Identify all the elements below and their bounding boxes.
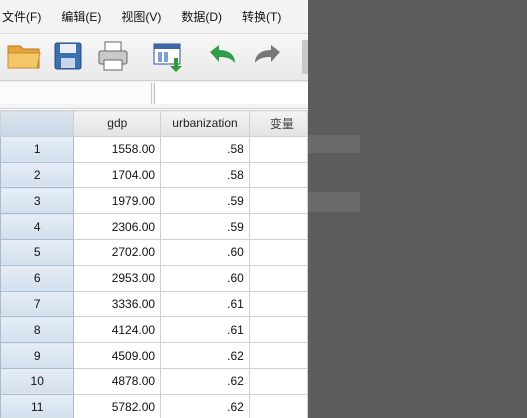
open-folder-icon[interactable] [6,40,42,74]
table-row: 5 2702.00.60 [0,238,308,266]
table-row: 6 2953.00.60 [0,264,308,292]
cell-empty[interactable] [248,316,308,344]
row-header[interactable]: 6 [0,264,75,292]
cell-value-field[interactable] [154,83,308,104]
table-row: 9 4509.00.62 [0,342,308,369]
cell-gdp[interactable]: 3336.00 [73,290,162,318]
column-header-variable[interactable]: 变量 [248,110,308,137]
table-row: 2 1704.00.58 [0,161,308,189]
row-header[interactable]: 9 [0,342,75,369]
row-header[interactable]: 11 [0,393,75,418]
cell-gdp[interactable]: 1558.00 [73,135,162,163]
cell-gdp[interactable]: 1704.00 [73,161,162,189]
cell-gdp[interactable]: 2702.00 [73,238,162,266]
menu-bar: 文件(F) 编辑(E) 视图(V) 数据(D) 转换(T) [0,0,308,34]
cell-empty[interactable] [248,342,308,369]
row-header[interactable]: 2 [0,161,75,189]
row-header[interactable]: 8 [0,316,75,344]
cell-gdp[interactable]: 4878.00 [73,367,162,395]
grid-corner-cell[interactable] [0,110,75,137]
cell-urbanization[interactable]: .62 [160,342,250,369]
cell-urbanization[interactable]: .58 [160,135,250,163]
table-row: 3 1979.00.59 [0,187,308,215]
cell-urbanization[interactable]: .62 [160,393,250,418]
row-header[interactable]: 1 [0,135,75,163]
cell-gdp[interactable]: 2306.00 [73,213,162,240]
cell-empty[interactable] [248,290,308,318]
cell-urbanization[interactable]: .61 [160,316,250,344]
cell-urbanization[interactable]: .62 [160,367,250,395]
cell-gdp[interactable]: 1979.00 [73,187,162,215]
cell-empty[interactable] [248,367,308,395]
cell-urbanization[interactable]: .60 [160,264,250,292]
toolbar [0,34,308,81]
cell-urbanization[interactable]: .61 [160,290,250,318]
cell-urbanization[interactable]: .58 [160,161,250,189]
dialog-recall-icon[interactable] [152,40,186,74]
cell-gdp[interactable]: 5782.00 [73,393,162,418]
cell-gdp[interactable]: 4124.00 [73,316,162,344]
data-grid: gdp urbanization 变量 1 1558.00.58 2 1704.00.… [0,110,308,418]
cell-reference-field[interactable] [0,83,152,104]
menu-file[interactable]: 文件(F) [0,8,41,25]
cell-editor-bar [0,81,308,109]
table-row: 10 4878.00.62 [0,367,308,395]
table-row: 1 1558.00.58 [0,135,308,163]
background-ghost-element [308,135,360,153]
cell-urbanization[interactable]: .59 [160,187,250,215]
cell-gdp[interactable]: 4509.00 [73,342,162,369]
row-header[interactable]: 7 [0,290,75,318]
save-icon[interactable] [52,40,84,74]
cell-empty[interactable] [248,135,308,163]
column-header-urbanization[interactable]: urbanization [160,110,250,137]
print-icon[interactable] [96,40,130,74]
table-row: 11 5782.00.62 [0,393,308,418]
cell-urbanization[interactable]: .60 [160,238,250,266]
cell-empty[interactable] [248,213,308,240]
table-row: 8 4124.00.61 [0,316,308,344]
menu-view[interactable]: 视图(V) [119,8,161,25]
table-row: 4 2306.00.59 [0,213,308,240]
row-header[interactable]: 10 [0,367,75,395]
menu-edit[interactable]: 编辑(E) [59,8,101,25]
background-ghost-element [308,192,360,212]
cell-empty[interactable] [248,187,308,215]
row-header[interactable]: 4 [0,213,75,240]
cell-urbanization[interactable]: .59 [160,213,250,240]
grid-body: 1 1558.00.58 2 1704.00.58 3 1979.00.59 4 2306.0… [0,135,308,418]
cell-empty[interactable] [248,238,308,266]
data-editor-window: 文件(F) 编辑(E) 视图(V) 数据(D) 转换(T) gdp urbani… [0,0,308,418]
undo-icon[interactable] [204,40,240,74]
column-header-gdp[interactable]: gdp [73,110,162,137]
table-row: 7 3336.00.61 [0,290,308,318]
cell-empty[interactable] [248,264,308,292]
cell-empty[interactable] [248,393,308,418]
menu-transform[interactable]: 转换(T) [240,8,281,25]
cell-gdp[interactable]: 2953.00 [73,264,162,292]
redo-icon[interactable] [250,40,286,74]
row-header[interactable]: 5 [0,238,75,266]
menu-data[interactable]: 数据(D) [179,8,222,25]
cell-empty[interactable] [248,161,308,189]
row-header[interactable]: 3 [0,187,75,215]
